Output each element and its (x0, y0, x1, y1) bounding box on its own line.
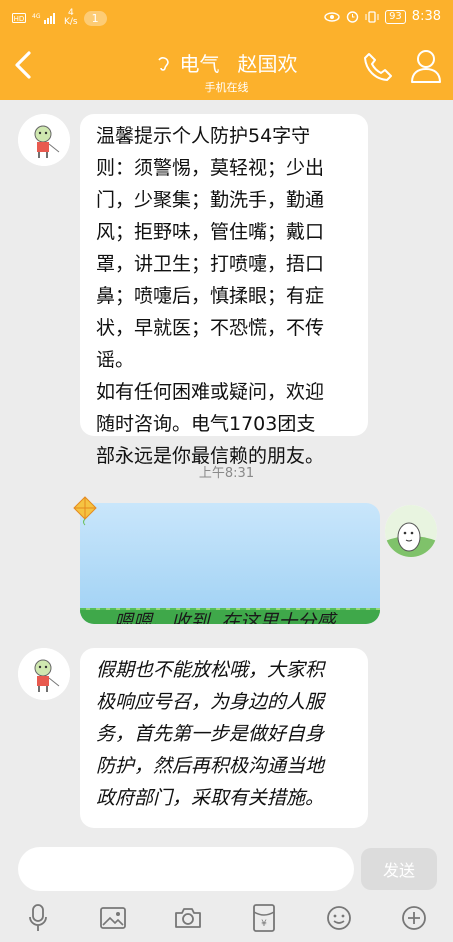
call-button[interactable] (361, 50, 395, 84)
phone-icon (364, 53, 392, 81)
red-packet-button[interactable]: ¥ (246, 900, 282, 936)
emoji-button[interactable] (321, 900, 357, 936)
svg-text:4G: 4G (32, 13, 41, 20)
contact-group: 电气 (179, 52, 220, 76)
more-button[interactable] (396, 900, 432, 936)
input-row: 发送 (0, 846, 453, 896)
message-bubble-received: 温馨提示个人防护54字守 则：须警惕，莫轻视；少出 门，少聚集；勤洗手，勤通 风… (80, 114, 368, 467)
signal-icon: 4G (32, 13, 55, 24)
vibrate-icon (365, 10, 379, 23)
message-bubble-received: 假期也不能放松哦，大家积 极响应号召，为身边的人服 务，首先第一步是做好自身 防… (80, 648, 368, 828)
message-text: 嗯嗯、收到 在这里十分感 谢电气1703团支部的辛勤付 出、为抗疫阻击战贡献出一… (114, 611, 336, 624)
self-avatar[interactable] (385, 505, 437, 557)
contact-avatar[interactable] (18, 648, 70, 700)
contact-name: 赵国欢 (237, 52, 298, 76)
red-packet-icon: ¥ (253, 904, 275, 932)
kite-icon (73, 496, 97, 526)
eye-icon (324, 11, 340, 22)
svg-text:¥: ¥ (261, 919, 267, 929)
microphone-icon (29, 904, 47, 931)
character-avatar-icon (385, 505, 437, 557)
cartoon-avatar-icon (18, 648, 70, 700)
network-speed: 4 K/s (64, 9, 78, 27)
image-icon (100, 907, 126, 929)
message-timestamp: 上午8:31 (198, 466, 255, 481)
image-button[interactable] (95, 900, 131, 936)
voice-button[interactable] (20, 900, 56, 936)
status-bar: HD 4G 4 K/s 1 93 8:38 (0, 0, 453, 34)
person-icon (411, 50, 441, 83)
svg-text:HD: HD (14, 15, 25, 23)
message-bubble-sent: 嗯嗯、收到 在这里十分感 谢电气1703团支部的辛勤付 出、为抗疫阻击战贡献出一… (80, 503, 380, 624)
cartoon-avatar-icon (18, 114, 70, 166)
battery-level: 93 (385, 9, 406, 24)
notification-count: 1 (83, 10, 107, 26)
earpiece-icon (157, 56, 169, 71)
header-bar: HD 4G 4 K/s 1 93 8:38 电气 赵国欢 手机在线 (0, 0, 453, 100)
send-button[interactable]: 发送 (361, 848, 437, 890)
camera-button[interactable] (170, 900, 206, 936)
message-input[interactable] (18, 847, 354, 891)
network-speed-unit: K/s (64, 17, 78, 27)
contact-avatar[interactable] (18, 114, 70, 166)
clock: 8:38 (411, 9, 441, 24)
alarm-icon (346, 11, 359, 23)
emoji-icon (327, 906, 351, 930)
sim-icon: HD (12, 13, 26, 23)
camera-icon (175, 908, 201, 928)
nav-bar: 电气 赵国欢 手机在线 (0, 34, 453, 100)
plus-icon (402, 906, 426, 930)
profile-button[interactable] (409, 48, 443, 84)
input-toolbar: ¥ (0, 896, 453, 942)
